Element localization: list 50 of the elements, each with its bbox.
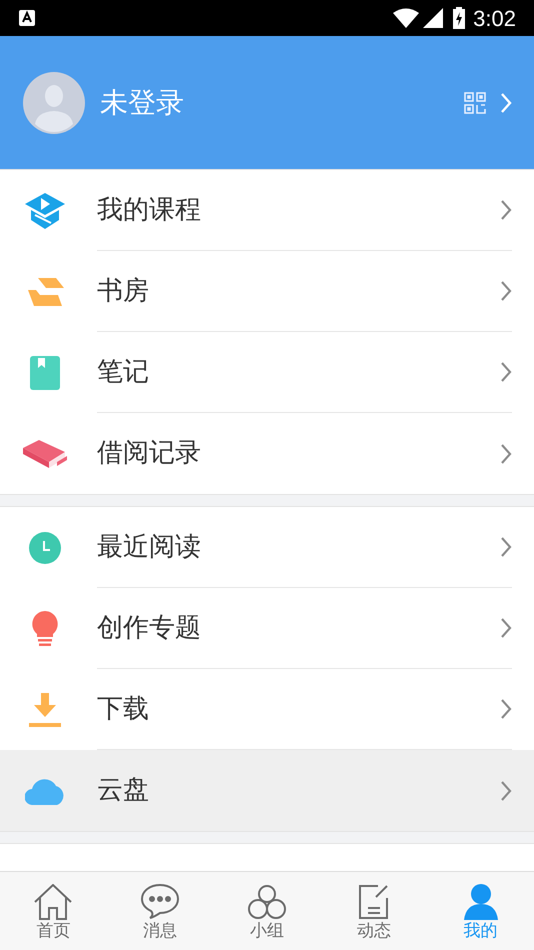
book-icon bbox=[22, 438, 66, 470]
three-circles-icon bbox=[248, 884, 286, 920]
cloud-icon bbox=[24, 776, 64, 804]
menu-item-label: 创作专题 bbox=[97, 612, 202, 644]
menu-item-label: 下载 bbox=[97, 692, 150, 726]
menu-item-label: 借阅记录 bbox=[97, 437, 202, 470]
nav-tab[interactable]: 首页 bbox=[0, 872, 107, 950]
chevron-right-icon bbox=[500, 780, 512, 802]
menu-item-label: 云盘 bbox=[97, 774, 150, 807]
stacked-layers-icon bbox=[26, 278, 64, 306]
home-icon bbox=[34, 884, 72, 920]
notebook-icon bbox=[30, 356, 60, 390]
battery-icon bbox=[453, 7, 466, 29]
chat-bubble-icon bbox=[141, 884, 180, 920]
menu-item[interactable]: 借阅记录 bbox=[0, 413, 534, 494]
signal-icon bbox=[423, 8, 444, 28]
chevron-right-icon bbox=[500, 199, 512, 221]
menu-item-label: 我的课程 bbox=[97, 194, 202, 226]
chevron-right-icon bbox=[500, 536, 512, 558]
chevron-right-icon bbox=[500, 361, 512, 383]
chevron-right-icon bbox=[500, 280, 512, 302]
menu-item[interactable]: 笔记 bbox=[0, 332, 534, 413]
login-status: 未登录 bbox=[100, 84, 184, 120]
clock-icon bbox=[28, 532, 60, 564]
menu-item[interactable]: 书房 bbox=[0, 251, 534, 332]
chevron-right-icon bbox=[500, 698, 512, 720]
download-icon bbox=[28, 692, 62, 726]
menu-item[interactable]: 云盘 bbox=[0, 750, 534, 831]
keyboard-notification-icon bbox=[18, 9, 36, 27]
qr-code-icon[interactable] bbox=[464, 92, 486, 114]
light-bulb-icon bbox=[30, 610, 58, 646]
menu-item-label: 笔记 bbox=[97, 356, 150, 388]
status-time: 3:02 bbox=[473, 4, 516, 32]
nav-tab[interactable]: 动态 bbox=[320, 872, 428, 950]
chevron-right-icon[interactable] bbox=[500, 92, 512, 114]
edit-note-icon bbox=[358, 884, 390, 920]
menu-item-label: 最近阅读 bbox=[97, 530, 202, 564]
chevron-right-icon bbox=[500, 442, 512, 464]
menu-item-label: 书房 bbox=[97, 274, 150, 308]
avatar-icon bbox=[23, 72, 85, 134]
menu-item[interactable]: 下载 bbox=[0, 669, 534, 750]
wifi-icon bbox=[393, 8, 420, 28]
menu-item[interactable]: 最近阅读 bbox=[0, 507, 534, 588]
chevron-right-icon bbox=[500, 617, 512, 639]
menu-item[interactable]: 我的课程 bbox=[0, 170, 534, 251]
nav-tab[interactable]: 小组 bbox=[214, 872, 320, 950]
nav-tab[interactable]: 消息 bbox=[106, 872, 214, 950]
person-icon bbox=[464, 884, 498, 920]
graduation-cap-icon bbox=[24, 192, 64, 228]
menu-item[interactable]: 创作专题 bbox=[0, 588, 534, 669]
